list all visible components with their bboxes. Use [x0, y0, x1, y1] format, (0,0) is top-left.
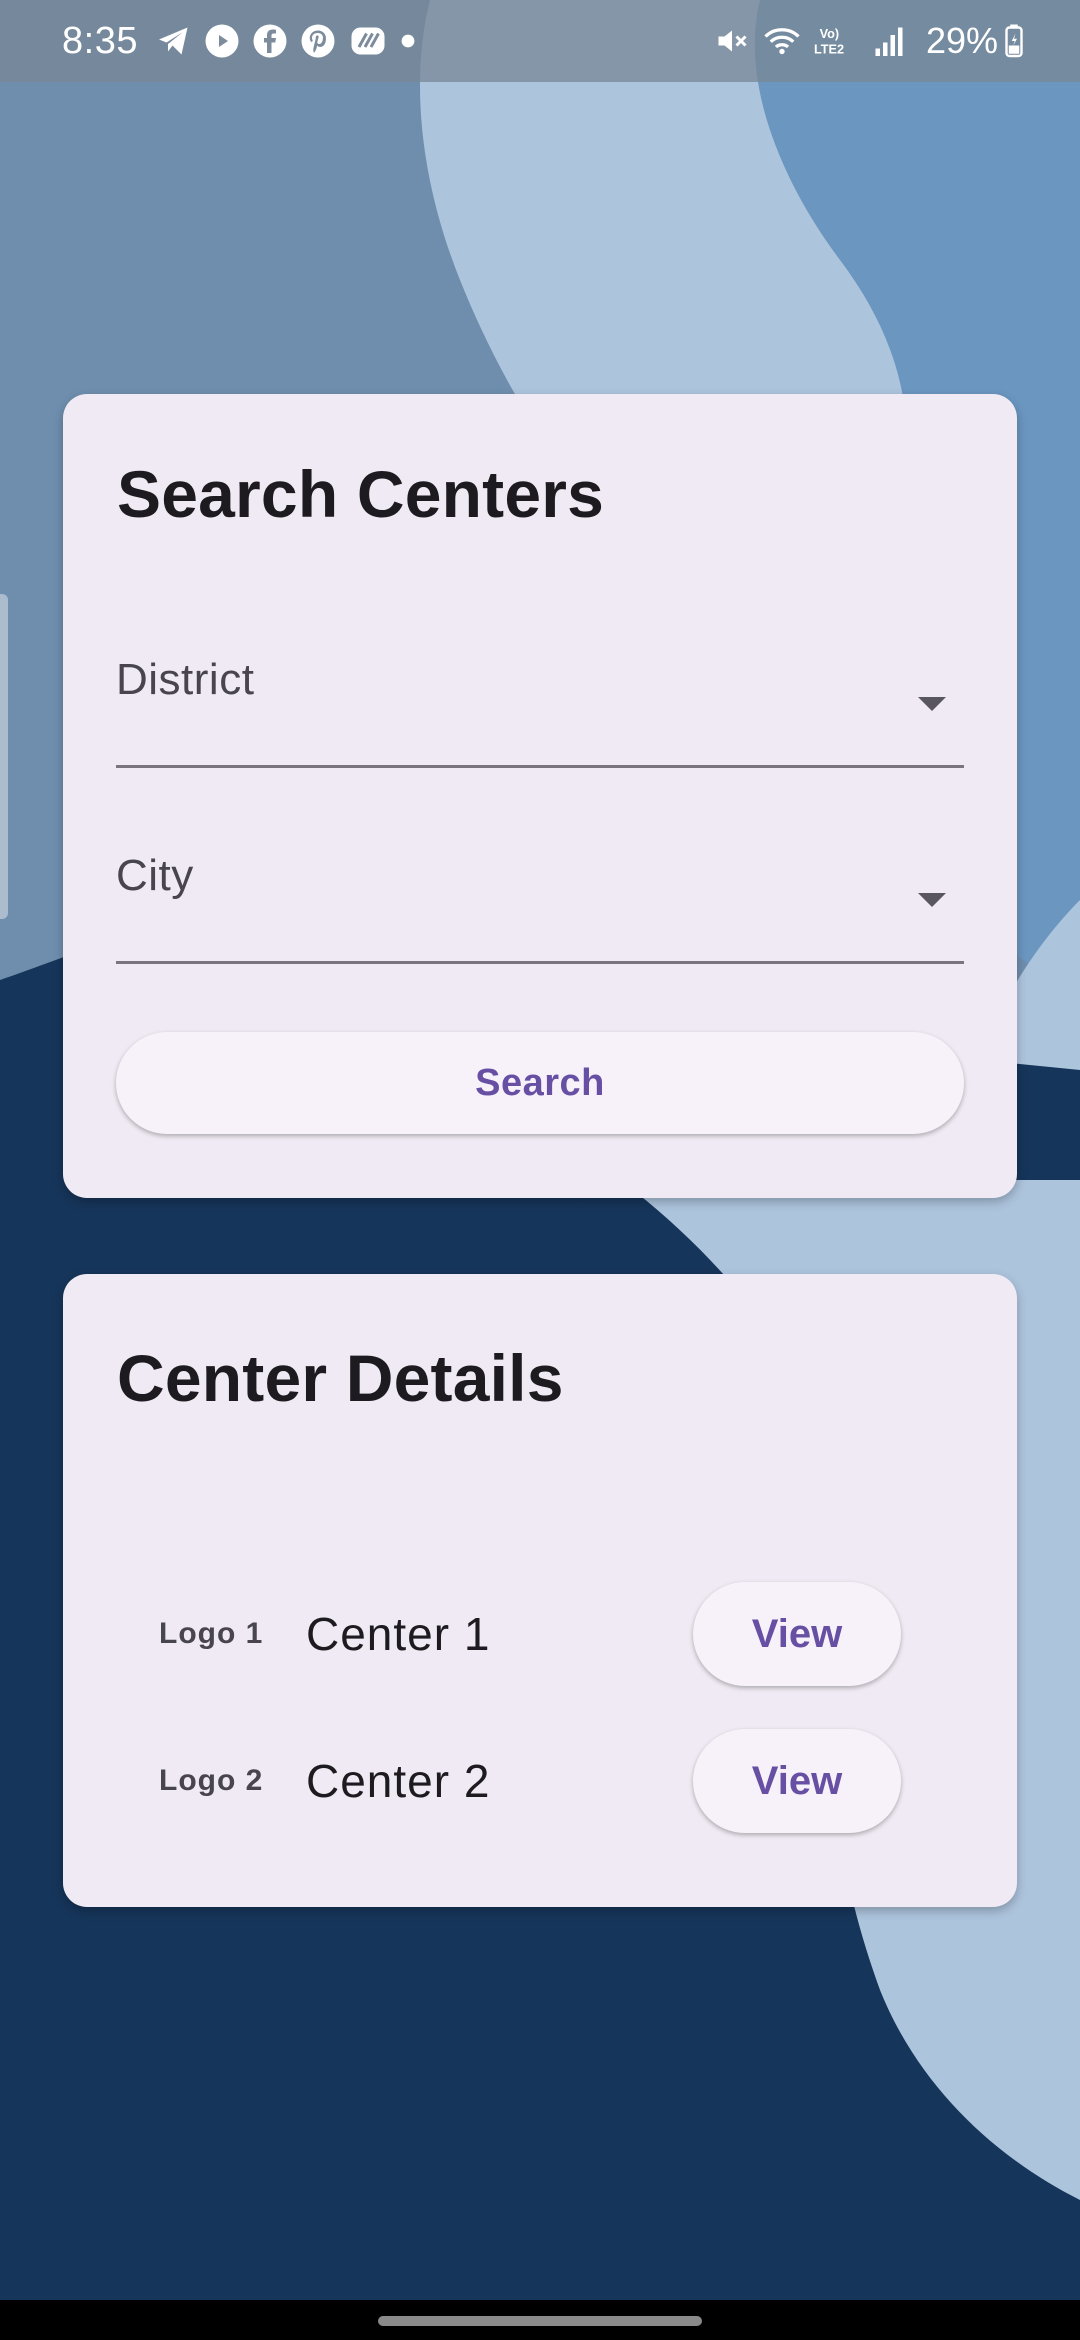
- center-list-item: Logo 2 Center 2 View: [63, 1726, 1017, 1836]
- battery-percentage: 29%: [925, 20, 998, 61]
- pinterest-icon: [300, 23, 336, 59]
- district-label: District: [116, 655, 255, 704]
- battery-icon: [1004, 23, 1024, 59]
- status-right: Vo) LTE2 29%: [714, 20, 1036, 62]
- center-logo: Logo 1: [159, 1617, 264, 1650]
- status-left: 8:35: [62, 20, 428, 63]
- status-time: 8:35: [62, 19, 138, 62]
- center-list-item: Logo 1 Center 1 View: [63, 1579, 1017, 1689]
- navigation-bar: [0, 2300, 1080, 2340]
- search-centers-card: Search Centers District City Search: [63, 394, 1017, 1198]
- city-label: City: [116, 851, 194, 900]
- search-button[interactable]: Search: [116, 1032, 964, 1134]
- edge-panel-handle[interactable]: [0, 594, 8, 919]
- view-center-1-button[interactable]: View: [693, 1582, 901, 1686]
- notification-dot-icon: [400, 33, 416, 49]
- wifi-icon: [762, 23, 802, 59]
- center-name: Center 1: [306, 1608, 491, 1660]
- center-logo: Logo 2: [159, 1764, 264, 1797]
- mute-icon: [714, 23, 750, 59]
- center-name: Center 2: [306, 1755, 491, 1807]
- dropdown-arrow-icon: [918, 697, 946, 711]
- telegram-icon: [156, 23, 192, 59]
- city-dropdown[interactable]: City: [116, 792, 964, 964]
- status-bar: 8:35 Vo) LTE2 29%: [0, 0, 1080, 82]
- facebook-icon: [252, 23, 288, 59]
- center-details-title: Center Details: [117, 1341, 564, 1415]
- signal-icon: [874, 23, 904, 59]
- app-icon: [348, 23, 388, 59]
- youtube-icon: [204, 23, 240, 59]
- home-indicator[interactable]: [378, 2316, 702, 2326]
- svg-text:Vo): Vo): [820, 27, 840, 41]
- center-details-card: Center Details Logo 1 Center 1 View Logo…: [63, 1274, 1017, 1907]
- dropdown-arrow-icon: [918, 893, 946, 907]
- view-center-2-button[interactable]: View: [693, 1729, 901, 1833]
- svg-text:LTE2: LTE2: [814, 43, 844, 57]
- volte-icon: Vo) LTE2: [814, 23, 862, 59]
- district-dropdown[interactable]: District: [116, 514, 964, 768]
